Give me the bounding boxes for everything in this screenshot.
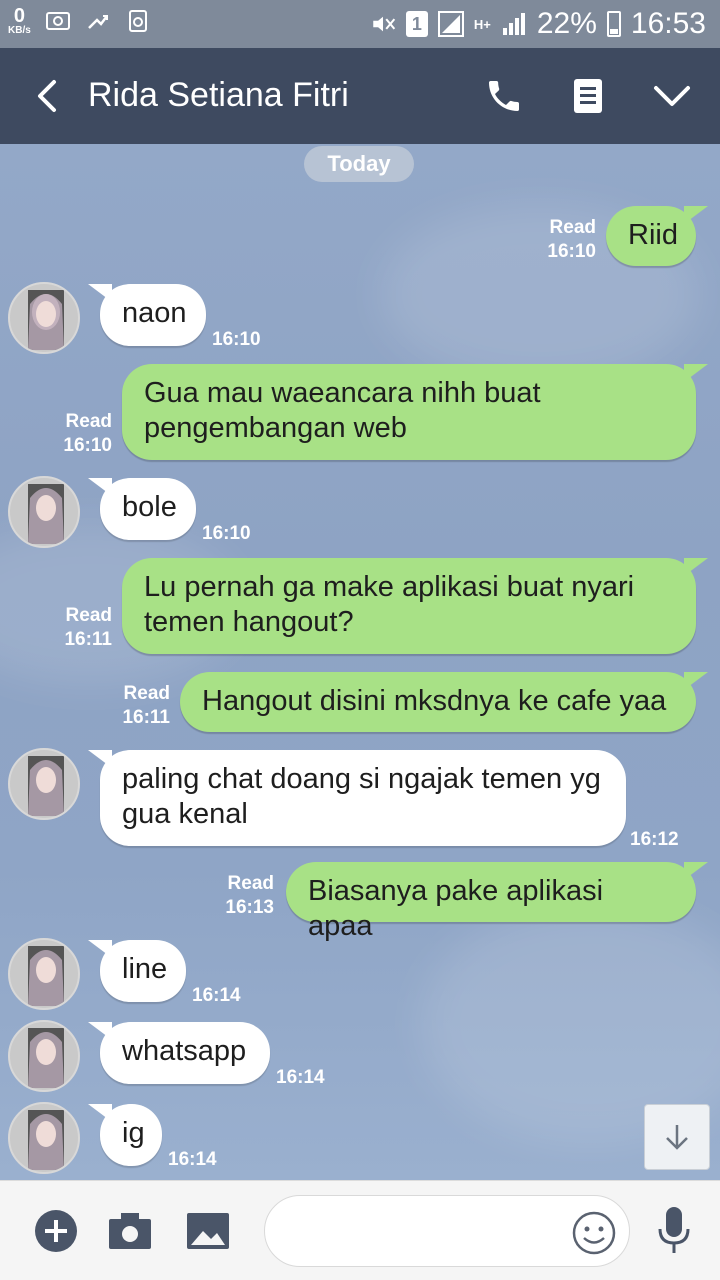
data-transfer-icon xyxy=(85,10,111,32)
network-type: H+ xyxy=(473,16,491,32)
message-bubble-incoming[interactable]: paling chat doang si ngajak temen yg gua… xyxy=(88,750,626,846)
clock: 16:53 xyxy=(630,7,706,40)
message-meta: Read 16:11 xyxy=(50,604,112,652)
message-meta: Read 16:10 xyxy=(50,410,112,458)
sim-slot-badge: 1 xyxy=(405,11,428,37)
status-bar: 0 KB/s 1 H+ 22% 16:53 xyxy=(0,0,720,48)
message-composer xyxy=(0,1180,720,1280)
plus-icon xyxy=(35,1210,77,1252)
message-meta: Read 16:10 xyxy=(520,216,596,264)
emoji-button[interactable] xyxy=(570,1209,618,1257)
message-time: 16:10 xyxy=(63,435,112,456)
network-speed-value: 0 xyxy=(13,5,25,27)
recycle-notification-icon xyxy=(125,10,151,32)
message-time: 16:11 xyxy=(122,707,170,728)
emoji-icon xyxy=(572,1211,616,1255)
scroll-to-bottom-button[interactable] xyxy=(644,1104,710,1170)
message-meta: Read 16:13 xyxy=(214,872,274,920)
arrow-down-icon xyxy=(666,1125,688,1150)
avatar[interactable] xyxy=(8,1102,80,1174)
message-bubble-outgoing[interactable]: Lu pernah ga make aplikasi buat nyari te… xyxy=(122,558,708,654)
microphone-icon xyxy=(658,1207,690,1253)
note-icon xyxy=(574,79,602,113)
image-icon xyxy=(187,1213,229,1249)
network-speed-unit: KB/s xyxy=(8,25,31,36)
back-arrow-icon xyxy=(38,80,56,112)
date-separator: Today xyxy=(304,146,414,182)
message-time: 16:11 xyxy=(64,629,112,650)
read-receipt: Read xyxy=(227,873,274,894)
phone-icon xyxy=(489,81,519,111)
email-notification-icon xyxy=(45,10,71,32)
voice-button[interactable] xyxy=(648,1205,700,1257)
avatar[interactable] xyxy=(8,476,80,548)
avatar[interactable] xyxy=(8,748,80,820)
read-receipt: Read xyxy=(123,683,170,704)
gallery-button[interactable] xyxy=(182,1205,234,1257)
menu-button[interactable] xyxy=(646,70,698,122)
message-time: 16:14 xyxy=(168,1149,217,1170)
message-bubble-incoming[interactable]: line xyxy=(88,940,186,1002)
message-bubble-incoming[interactable]: whatsapp xyxy=(88,1022,270,1084)
signal-icon xyxy=(437,11,464,37)
battery-icon xyxy=(606,11,621,37)
battery-percent: 22% xyxy=(536,7,597,40)
add-button[interactable] xyxy=(30,1205,82,1257)
chat-header: Rida Setiana Fitri xyxy=(0,48,720,144)
camera-button[interactable] xyxy=(104,1205,156,1257)
message-time: 16:12 xyxy=(630,829,679,850)
message-time: 16:14 xyxy=(276,1067,325,1088)
message-bubble-incoming[interactable]: ig xyxy=(88,1104,162,1166)
message-bubble-outgoing[interactable]: Riid xyxy=(606,206,708,266)
cell-signal-icon xyxy=(501,13,527,35)
notes-button[interactable] xyxy=(562,70,614,122)
read-receipt: Read xyxy=(65,411,112,432)
message-bubble-incoming[interactable]: bole xyxy=(88,478,196,540)
contact-name: Rida Setiana Fitri xyxy=(88,76,349,114)
message-bubble-outgoing[interactable]: Hangout disini mksdnya ke cafe yaa xyxy=(180,672,708,732)
chat-area[interactable]: Today Read 16:10 Riid naon 16:10 Read 16… xyxy=(0,144,720,1180)
message-time: 16:13 xyxy=(225,897,274,918)
avatar[interactable] xyxy=(8,938,80,1010)
message-time: 16:14 xyxy=(192,985,241,1006)
message-meta: Read 16:11 xyxy=(110,682,170,730)
back-button[interactable] xyxy=(20,70,72,122)
message-time: 16:10 xyxy=(212,329,261,350)
read-receipt: Read xyxy=(65,605,112,626)
call-button[interactable] xyxy=(478,70,530,122)
mute-icon xyxy=(370,13,396,35)
message-time: 16:10 xyxy=(547,241,596,262)
message-bubble-outgoing[interactable]: Gua mau waeancara nihh buat pengembangan… xyxy=(122,364,708,460)
camera-icon xyxy=(109,1213,151,1249)
avatar[interactable] xyxy=(8,1020,80,1092)
network-speed: 0 KB/s xyxy=(8,6,31,36)
chevron-down-icon xyxy=(654,86,690,106)
message-bubble-incoming[interactable]: naon xyxy=(88,284,206,346)
avatar[interactable] xyxy=(8,282,80,354)
message-bubble-outgoing[interactable]: Biasanya pake aplikasi apaa xyxy=(286,862,708,942)
read-receipt: Read xyxy=(549,217,596,238)
message-time: 16:10 xyxy=(202,523,251,544)
